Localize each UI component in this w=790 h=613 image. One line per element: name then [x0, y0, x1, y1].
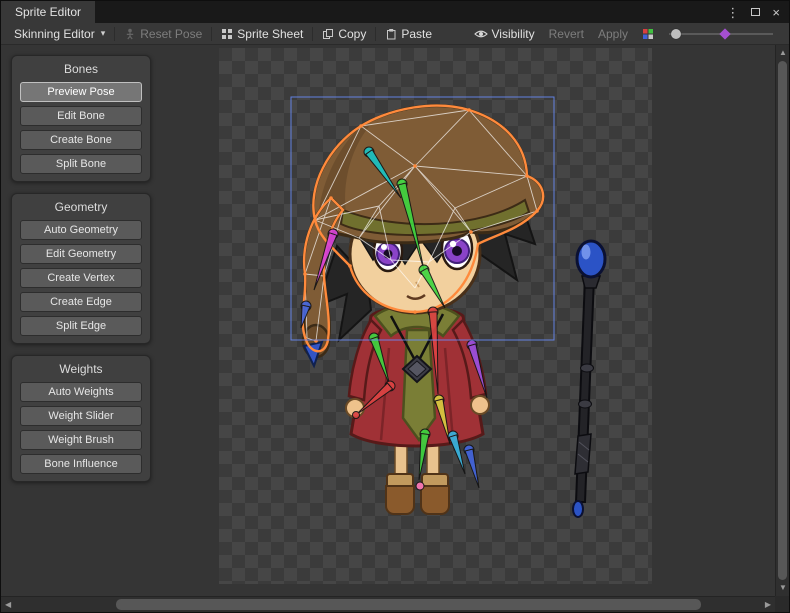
- revert-button[interactable]: Revert: [542, 27, 591, 41]
- sprite-canvas[interactable]: [219, 48, 652, 584]
- zoom-slider-handle[interactable]: [671, 29, 681, 39]
- eye-icon: [474, 28, 488, 40]
- horizontal-scrollbar-thumb[interactable]: [116, 599, 701, 610]
- tab-label: Sprite Editor: [15, 5, 81, 19]
- staff-orb: [577, 241, 605, 277]
- copy-label: Copy: [338, 27, 366, 41]
- copy-button[interactable]: Copy: [315, 23, 373, 44]
- visibility-button[interactable]: Visibility: [467, 27, 542, 41]
- chevron-down-icon: ▾: [101, 28, 106, 39]
- apply-button[interactable]: Apply: [591, 27, 635, 41]
- scroll-down-icon[interactable]: ▼: [779, 584, 787, 592]
- toolbar-separator: [312, 27, 313, 41]
- apply-label: Apply: [598, 27, 628, 41]
- edit-geometry-button[interactable]: Edit Geometry: [20, 244, 142, 264]
- create-vertex-button[interactable]: Create Vertex: [20, 268, 142, 288]
- create-bone-button[interactable]: Create Bone: [20, 130, 142, 150]
- geometry-panel: Geometry Auto Geometry Edit Geometry Cre…: [11, 193, 151, 344]
- paste-label: Paste: [401, 27, 432, 41]
- bones-panel: Bones Preview Pose Edit Bone Create Bone…: [11, 55, 151, 182]
- bone-torso-3[interactable]: [464, 445, 479, 488]
- weight-brush-button[interactable]: Weight Brush: [20, 430, 142, 450]
- weight-slider-button[interactable]: Weight Slider: [20, 406, 142, 426]
- toolbar-right-group: Visibility Revert Apply: [467, 27, 784, 41]
- title-bar: Sprite Editor ⋮ ×: [1, 1, 789, 23]
- auto-weights-button[interactable]: Auto Weights: [20, 382, 142, 402]
- mode-label: Skinning Editor: [14, 27, 95, 41]
- menu-icon[interactable]: ⋮: [726, 6, 739, 19]
- window-controls: ⋮ ×: [726, 1, 789, 23]
- reset-pose-label: Reset Pose: [140, 27, 202, 41]
- paste-button[interactable]: Paste: [378, 23, 439, 44]
- maximize-icon[interactable]: [751, 8, 760, 16]
- mode-dropdown[interactable]: Skinning Editor ▾: [7, 23, 112, 44]
- joint-pink[interactable]: [416, 482, 424, 490]
- reset-pose-button[interactable]: Reset Pose: [117, 23, 209, 44]
- scroll-up-icon[interactable]: ▲: [779, 49, 787, 57]
- toolbar: Skinning Editor ▾ Reset Pose Sprite Shee…: [1, 23, 789, 45]
- scroll-right-icon[interactable]: ▶: [765, 601, 771, 609]
- split-bone-button[interactable]: Split Bone: [20, 154, 142, 174]
- horizontal-scrollbar[interactable]: ◀ ▶: [1, 596, 775, 612]
- scroll-left-icon[interactable]: ◀: [5, 601, 11, 609]
- sprite-sheet-button[interactable]: Sprite Sheet: [214, 23, 310, 44]
- sprite-sheet-label: Sprite Sheet: [237, 27, 303, 41]
- tab-sprite-editor[interactable]: Sprite Editor: [1, 1, 95, 23]
- zoom-slider-marker: [719, 28, 730, 39]
- edit-bone-button[interactable]: Edit Bone: [20, 106, 142, 126]
- vertical-scrollbar[interactable]: ▲ ▼: [775, 45, 789, 596]
- canvas-area: Bones Preview Pose Edit Bone Create Bone…: [1, 45, 775, 596]
- copy-icon: [322, 28, 334, 40]
- split-edge-button[interactable]: Split Edge: [20, 316, 142, 336]
- vertical-scrollbar-thumb[interactable]: [778, 61, 787, 580]
- scrollbar-corner: [775, 596, 789, 612]
- close-icon[interactable]: ×: [772, 6, 780, 19]
- auto-geometry-button[interactable]: Auto Geometry: [20, 220, 142, 240]
- toolbar-separator: [114, 27, 115, 41]
- bone-influence-button[interactable]: Bone Influence: [20, 454, 142, 474]
- geometry-panel-title: Geometry: [12, 197, 150, 216]
- reset-pose-icon: [124, 28, 136, 40]
- create-edge-button[interactable]: Create Edge: [20, 292, 142, 312]
- sprite-editor-window: Sprite Editor ⋮ × Skinning Editor ▾ Rese…: [0, 0, 790, 613]
- toolbar-separator: [211, 27, 212, 41]
- staff-gem: [573, 501, 583, 517]
- visibility-label: Visibility: [492, 27, 535, 41]
- color-channels-button[interactable]: [635, 28, 661, 40]
- revert-label: Revert: [549, 27, 584, 41]
- color-channels-icon: [642, 28, 654, 40]
- sprite-sheet-icon: [221, 28, 233, 40]
- sprite-render: [219, 48, 652, 584]
- zoom-slider[interactable]: [669, 27, 773, 41]
- preview-pose-button[interactable]: Preview Pose: [20, 82, 142, 102]
- staff-sprite: [573, 241, 605, 517]
- paste-icon: [385, 28, 397, 40]
- bones-panel-title: Bones: [12, 59, 150, 78]
- toolbar-separator: [375, 27, 376, 41]
- weights-panel: Weights Auto Weights Weight Slider Weigh…: [11, 355, 151, 482]
- weights-panel-title: Weights: [12, 359, 150, 378]
